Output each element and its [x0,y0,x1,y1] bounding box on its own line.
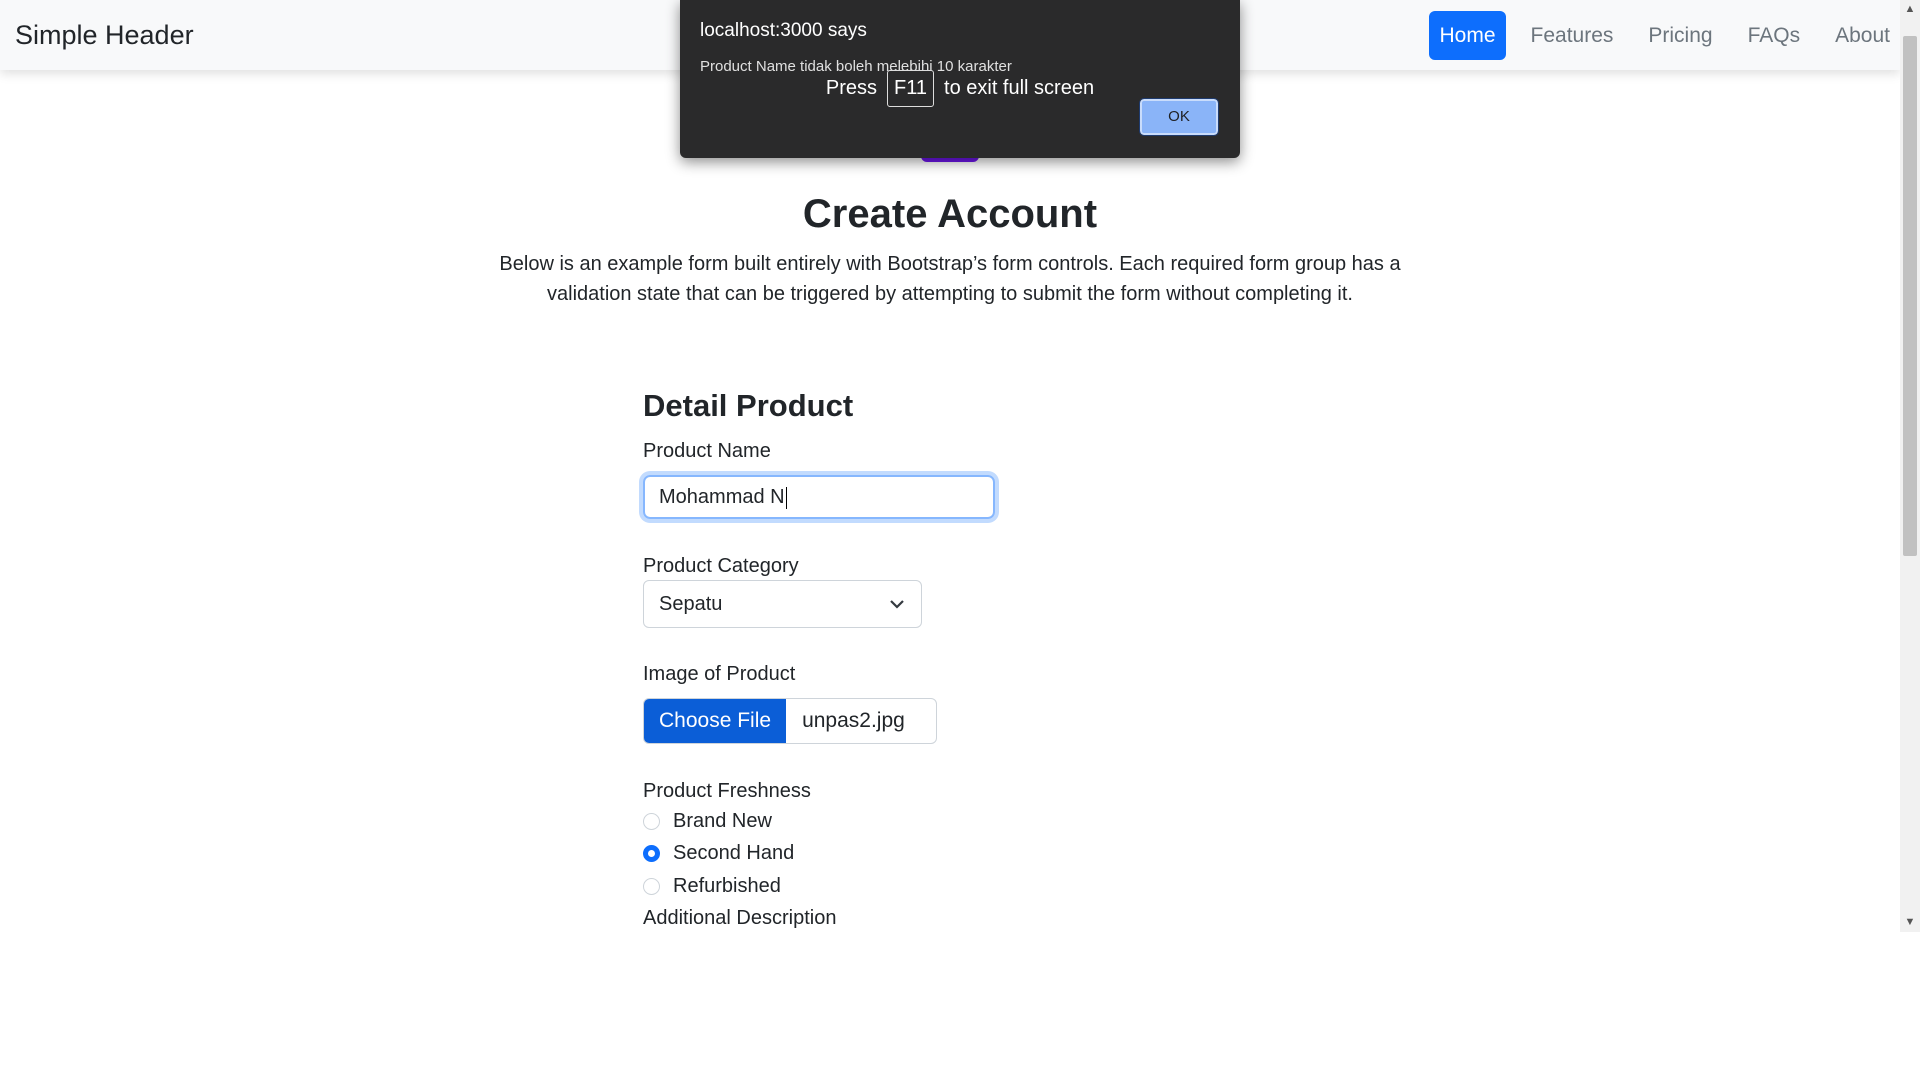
radio-refurbished[interactable]: Refurbished [643,875,781,898]
product-category-select[interactable]: Sepatu [643,580,922,628]
ok-button[interactable]: OK [1139,98,1219,136]
alert-title: localhost:3000 says [700,20,867,41]
nav-home[interactable]: Home [1429,11,1506,60]
file-name: unpas2.jpg [802,709,905,732]
scroll-down-arrow-icon[interactable]: ▼ [1900,914,1920,931]
text-caret [785,486,787,509]
scrollbar-thumb[interactable] [1903,36,1917,556]
section-title: Detail Product [643,388,854,423]
nav-links: Home Features Pricing FAQs About [1414,11,1900,60]
radio-label: Second Hand [673,842,795,864]
radio-button-checked[interactable] [643,845,660,862]
freshness-label: Product Freshness [643,780,811,802]
file-input[interactable]: Choose File unpas2.jpg [643,698,937,744]
radio-brand-new[interactable]: Brand New [643,810,772,833]
page-lead: Below is an example form built entirely … [499,253,1401,305]
chevron-down-icon [889,581,905,644]
product-name-input[interactable]: Mohammad N [643,475,995,519]
additional-description-label: Additional Description [643,907,837,929]
radio-label: Refurbished [673,875,781,897]
nav-about[interactable]: About [1825,11,1900,60]
choose-file-button[interactable]: Choose File [644,699,787,743]
product-category-value: Sepatu [659,593,723,615]
product-name-label: Product Name [643,440,771,462]
page-title: Create Account [802,192,1098,236]
brand-logo-text[interactable]: Simple Header [15,20,194,51]
image-label: Image of Product [643,663,796,685]
radio-label: Brand New [673,810,772,832]
scroll-up-arrow-icon[interactable]: ▲ [1900,1,1920,18]
product-name-value: Mohammad N [659,486,785,508]
radio-second-hand[interactable]: Second Hand [643,842,794,865]
radio-button[interactable] [643,878,660,895]
alert-dialog: localhost:3000 says Product Name tidak b… [680,0,1240,158]
nav-pricing[interactable]: Pricing [1638,11,1722,60]
product-category-label: Product Category [643,555,799,577]
page-scrollbar[interactable]: ▲ ▼ [1900,0,1920,932]
nav-features[interactable]: Features [1521,11,1624,60]
nav-faqs[interactable]: FAQs [1738,11,1811,60]
alert-message: Product Name tidak boleh melebihi 10 kar… [700,58,1012,75]
radio-button[interactable] [643,813,660,830]
